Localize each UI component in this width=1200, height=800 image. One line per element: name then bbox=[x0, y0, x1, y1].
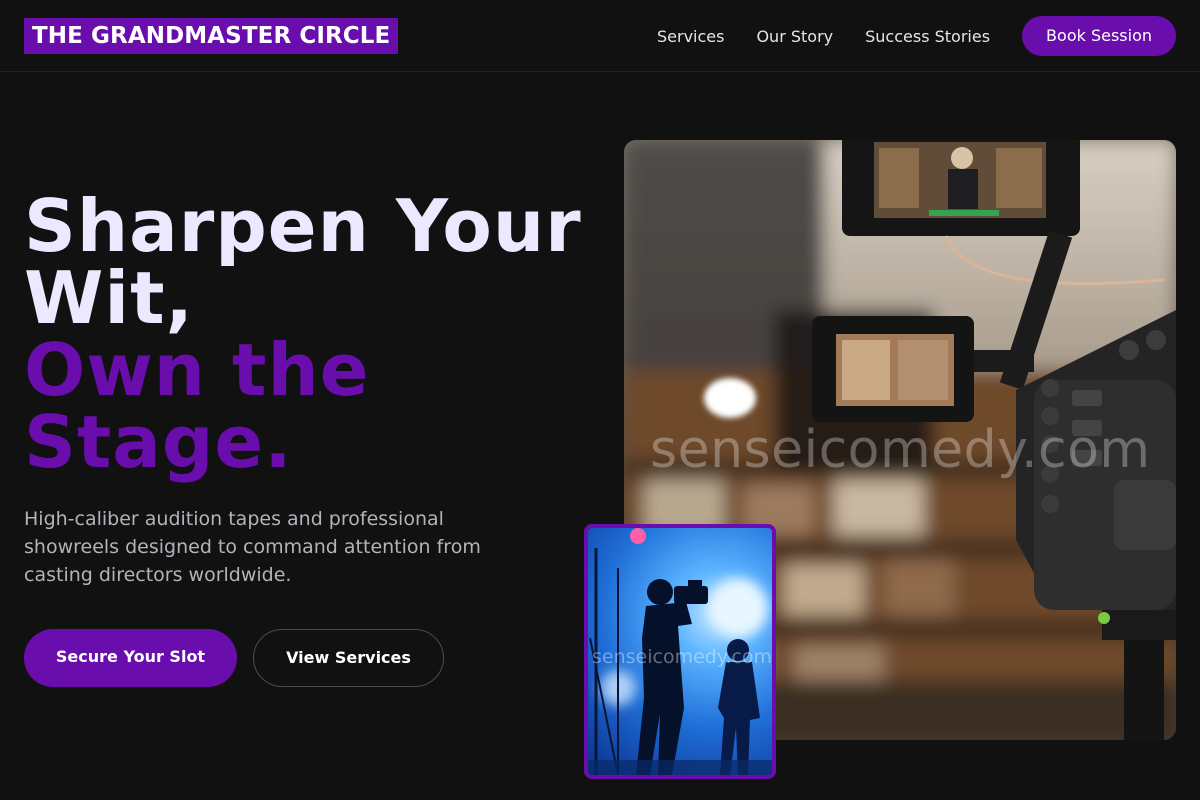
hero-title-line-1: Sharpen Your bbox=[24, 184, 582, 268]
hero-accent-line-1: Own the bbox=[24, 328, 370, 412]
nav-link-success-stories[interactable]: Success Stories bbox=[865, 27, 990, 46]
page: THE GRANDMASTER CIRCLE Services Our Stor… bbox=[0, 0, 1200, 800]
nav-link-services[interactable]: Services bbox=[657, 27, 724, 46]
hero-accent-line-2: Stage. bbox=[24, 400, 293, 484]
logo[interactable]: THE GRANDMASTER CIRCLE bbox=[24, 18, 399, 54]
film-crew-inset-image: senseicomedy.com bbox=[584, 524, 776, 779]
watermark: senseicomedy.com bbox=[650, 420, 1151, 480]
main-nav: Services Our Story Success Stories Book … bbox=[657, 16, 1176, 56]
view-services-button[interactable]: View Services bbox=[253, 629, 444, 687]
secure-your-slot-button[interactable]: Secure Your Slot bbox=[24, 629, 237, 687]
book-session-button[interactable]: Book Session bbox=[1022, 16, 1176, 56]
hero-title: Sharpen Your Wit, Own the Stage. bbox=[24, 190, 604, 478]
hero-title-line-2: Wit, bbox=[24, 256, 194, 340]
hero-subtitle: High-caliber audition tapes and professi… bbox=[24, 508, 481, 586]
site-header: THE GRANDMASTER CIRCLE Services Our Stor… bbox=[0, 0, 1200, 72]
watermark-inset: senseicomedy.com bbox=[592, 646, 772, 668]
nav-link-our-story[interactable]: Our Story bbox=[756, 27, 833, 46]
